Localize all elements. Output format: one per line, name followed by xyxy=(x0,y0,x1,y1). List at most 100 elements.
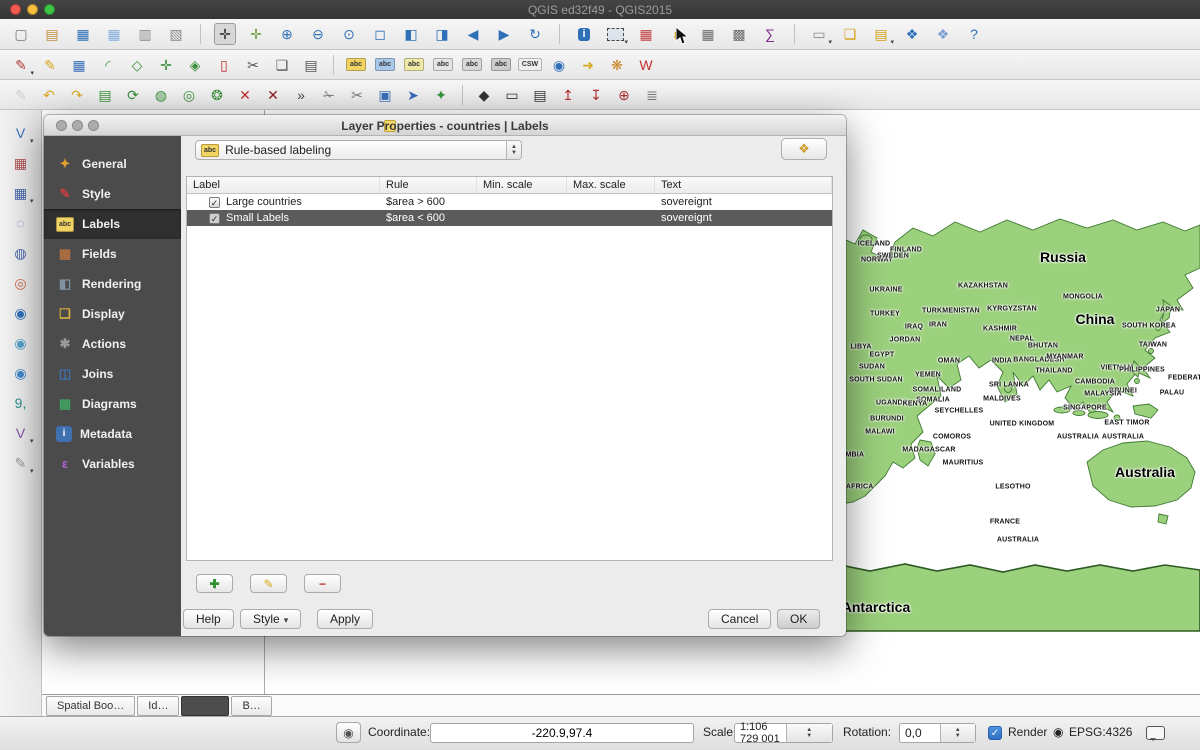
statistical-summary-button[interactable]: ∑ xyxy=(759,23,781,45)
zoom-last-button[interactable]: ◀ xyxy=(462,23,484,45)
composer-manager-button[interactable]: ▧ xyxy=(165,23,187,45)
zoom-next-button[interactable]: ▶ xyxy=(493,23,515,45)
save-layer-edits-button[interactable]: ▦ xyxy=(68,54,90,76)
sidebar-item-variables[interactable]: εVariables xyxy=(44,449,181,479)
rotate-point-symbols-button[interactable]: ✦ xyxy=(430,84,452,106)
rule-checkbox[interactable]: ✓ xyxy=(209,213,220,224)
vertex-marker-button[interactable]: ◆ xyxy=(473,84,495,106)
lower-label-button[interactable]: ↧ xyxy=(585,84,607,106)
osm-download-button[interactable]: ➜ xyxy=(577,54,599,76)
wkt-tool-button[interactable]: W xyxy=(635,54,657,76)
add-vector-layer-button[interactable]: V▾ xyxy=(10,122,32,144)
delete-part-button[interactable]: ✕ xyxy=(262,84,284,106)
dialog-titlebar[interactable]: Layer Properties - countries | Labels xyxy=(44,115,846,136)
identify-features-button[interactable]: i xyxy=(573,23,595,45)
render-checkbox[interactable]: ✓ xyxy=(988,726,1002,740)
panel-tab-spatialboo[interactable]: Spatial Boo… xyxy=(46,696,135,716)
style-menu-button[interactable]: Style▾ xyxy=(240,609,301,629)
zoom-full-button[interactable]: ◻ xyxy=(369,23,391,45)
fill-ring-button[interactable]: ❂ xyxy=(206,84,228,106)
merge-features-button[interactable]: ▣ xyxy=(374,84,396,106)
zoom-out-button[interactable]: ⊖ xyxy=(307,23,329,45)
column-header-max-scale[interactable]: Max. scale xyxy=(567,177,655,193)
whats-this-help-button[interactable]: ? xyxy=(963,23,985,45)
help-button[interactable]: Help xyxy=(183,609,234,629)
sidebar-item-diagrams[interactable]: ▦Diagrams xyxy=(44,389,181,419)
crs-status[interactable]: EPSG:4326 xyxy=(1069,725,1132,739)
zoom-to-selection-button[interactable]: ◧ xyxy=(400,23,422,45)
delete-selected-button[interactable]: ▯ xyxy=(213,54,235,76)
edit-rule-button[interactable]: ✎ xyxy=(250,574,287,593)
sidebar-item-metadata[interactable]: iMetadata xyxy=(44,419,181,449)
sidebar-item-general[interactable]: ✦General xyxy=(44,149,181,179)
automated-placement-settings-button[interactable]: ❖ xyxy=(781,138,827,160)
rotation-spinner-icon[interactable]: ▲▼ xyxy=(940,724,976,742)
new-shapefile-layer-button[interactable]: V▾ xyxy=(10,422,32,444)
panel-tab-b[interactable]: B… xyxy=(231,696,271,716)
deselect-features-button[interactable]: ▦ xyxy=(635,23,657,45)
pan-to-selection-button[interactable]: ✛ xyxy=(245,23,267,45)
node-tool-button[interactable]: ◈ xyxy=(184,54,206,76)
zoom-to-problem-button[interactable]: ⊕ xyxy=(613,84,635,106)
new-project-button[interactable]: ▢ xyxy=(10,23,32,45)
label-properties-button[interactable]: abc xyxy=(490,54,512,76)
current-edits-button[interactable]: ✎▾ xyxy=(10,54,32,76)
sidebar-item-display[interactable]: ❏Display xyxy=(44,299,181,329)
panel-tab-active[interactable] xyxy=(181,696,229,716)
layer-ordering-button[interactable]: ≣ xyxy=(641,84,663,106)
add-rectangle-extent-button[interactable]: ▤ xyxy=(529,84,551,106)
log-messages-icon[interactable] xyxy=(1146,726,1165,740)
rotation-spinbox[interactable]: 0,0 ▲▼ xyxy=(899,723,976,743)
new-annotation-layer-button[interactable]: ✎▾ xyxy=(10,452,32,474)
select-features-button[interactable]: ▾ xyxy=(604,23,626,45)
move-label-button[interactable]: abc xyxy=(403,54,425,76)
reshape-features-button[interactable]: » xyxy=(290,84,312,106)
new-print-composer-button[interactable]: ▥ xyxy=(134,23,156,45)
processing-toolbox-button[interactable]: ❋ xyxy=(606,54,628,76)
rule-checkbox[interactable]: ✓ xyxy=(209,197,220,208)
ok-button[interactable]: OK xyxy=(777,609,820,629)
pan-map-button[interactable]: ✛ xyxy=(214,23,236,45)
rule-row[interactable]: ✓Large countries$area > 600sovereignt xyxy=(187,194,832,210)
add-feature-button[interactable]: ◇ xyxy=(126,54,148,76)
add-raster-layer-button[interactable]: ▦ xyxy=(10,152,32,174)
move-feature-button[interactable]: ✛ xyxy=(155,54,177,76)
csw-search-button[interactable]: CSW xyxy=(519,54,541,76)
apply-button[interactable]: Apply xyxy=(317,609,373,629)
column-header-min-scale[interactable]: Min. scale xyxy=(477,177,567,193)
digitize-with-curve-button[interactable]: ◜ xyxy=(97,54,119,76)
column-header-text[interactable]: Text xyxy=(655,177,832,193)
simplify-feature-button[interactable]: ✎ xyxy=(10,84,32,106)
field-calculator-button[interactable]: ▩ xyxy=(728,23,750,45)
merge-attributes-button[interactable]: ➤ xyxy=(402,84,424,106)
zoom-actual-size-button[interactable]: ⊙ xyxy=(338,23,360,45)
scale-spinner-icon[interactable]: ▲▼ xyxy=(786,724,833,742)
delete-ring-button[interactable]: ✕ xyxy=(234,84,256,106)
text-annotation-button[interactable]: ▤▾ xyxy=(870,23,892,45)
panel-tab-id[interactable]: Id… xyxy=(137,696,179,716)
paste-features-button[interactable]: ▤ xyxy=(300,54,322,76)
sidebar-item-rendering[interactable]: ◧Rendering xyxy=(44,269,181,299)
new-bookmark-button[interactable]: ❖ xyxy=(901,23,923,45)
sidebar-item-joins[interactable]: ◫Joins xyxy=(44,359,181,389)
column-header-label[interactable]: Label xyxy=(187,177,380,193)
cut-features-button[interactable]: ✂ xyxy=(242,54,264,76)
sidebar-item-fields[interactable]: ▦Fields xyxy=(44,239,181,269)
zoom-to-layer-button[interactable]: ◨ xyxy=(431,23,453,45)
add-spatialite-layer-button[interactable]: ◌ xyxy=(10,212,32,234)
offset-curve-button[interactable]: ✁ xyxy=(318,84,340,106)
remove-rule-button[interactable]: − xyxy=(304,574,341,593)
split-features-button[interactable]: ✂ xyxy=(346,84,368,106)
add-oracle-layer-button[interactable]: ◎ xyxy=(10,272,32,294)
scale-combobox[interactable]: 1:106 729 001 ▲▼ xyxy=(734,723,833,743)
redo-button[interactable]: ↷ xyxy=(66,84,88,106)
sync-edits-button[interactable]: ⟳ xyxy=(122,84,144,106)
refresh-map-button[interactable]: ↻ xyxy=(524,23,546,45)
add-part-button[interactable]: ◎ xyxy=(178,84,200,106)
add-delimited-text-button[interactable]: 9, xyxy=(10,392,32,414)
toggle-editing-button[interactable]: ✎ xyxy=(39,54,61,76)
pin-labels-button[interactable]: abc xyxy=(345,54,367,76)
add-wfs-layer-button[interactable]: ◉ xyxy=(10,362,32,384)
map-tips-button[interactable]: ❏ xyxy=(839,23,861,45)
coordinate-input[interactable] xyxy=(430,723,694,743)
